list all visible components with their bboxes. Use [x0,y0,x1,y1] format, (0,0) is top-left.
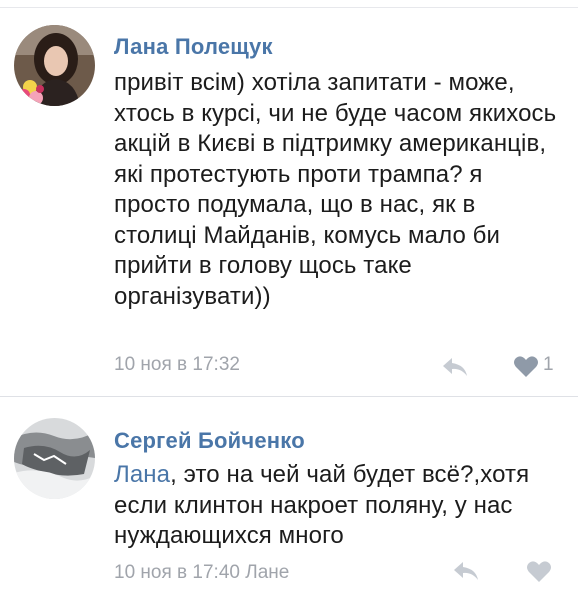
comment-timestamp: 10 ноя в 17:32 [114,354,240,375]
comment-author[interactable]: Сергей Бойченко [114,428,305,454]
avatar-photo-icon [14,25,95,106]
reply-arrow-icon[interactable] [441,356,469,378]
reply-arrow-icon[interactable] [452,560,480,582]
comment-item: Сергей Бойченко Лана, это на чей чай буд… [0,398,578,604]
like-count: 1 [543,354,554,375]
comment-separator [0,396,578,397]
avatar-photo-icon [14,418,95,499]
top-divider [0,0,578,8]
user-avatar[interactable] [14,418,95,499]
comment-text: Лана, это на чей чай будет всё?,хотя есл… [114,460,564,552]
comment-timestamp: 10 ноя в 17:40 Лане [114,562,290,583]
comment-text: привіт всім) хотіла запитати - може, хто… [114,69,557,310]
reply-mention-link[interactable]: Лана [114,461,170,488]
heart-icon[interactable] [513,355,539,379]
heart-icon[interactable] [526,560,552,584]
comments-screen: Лана Полещук привіт всім) хотіла запитат… [0,0,578,604]
comment-item: Лана Полещук привіт всім) хотіла запитат… [0,8,578,396]
user-avatar[interactable] [14,25,95,106]
comment-text-body: , это на чей чай будет всё?,хотя если кл… [114,461,530,549]
comment-author[interactable]: Лана Полещук [114,34,273,60]
